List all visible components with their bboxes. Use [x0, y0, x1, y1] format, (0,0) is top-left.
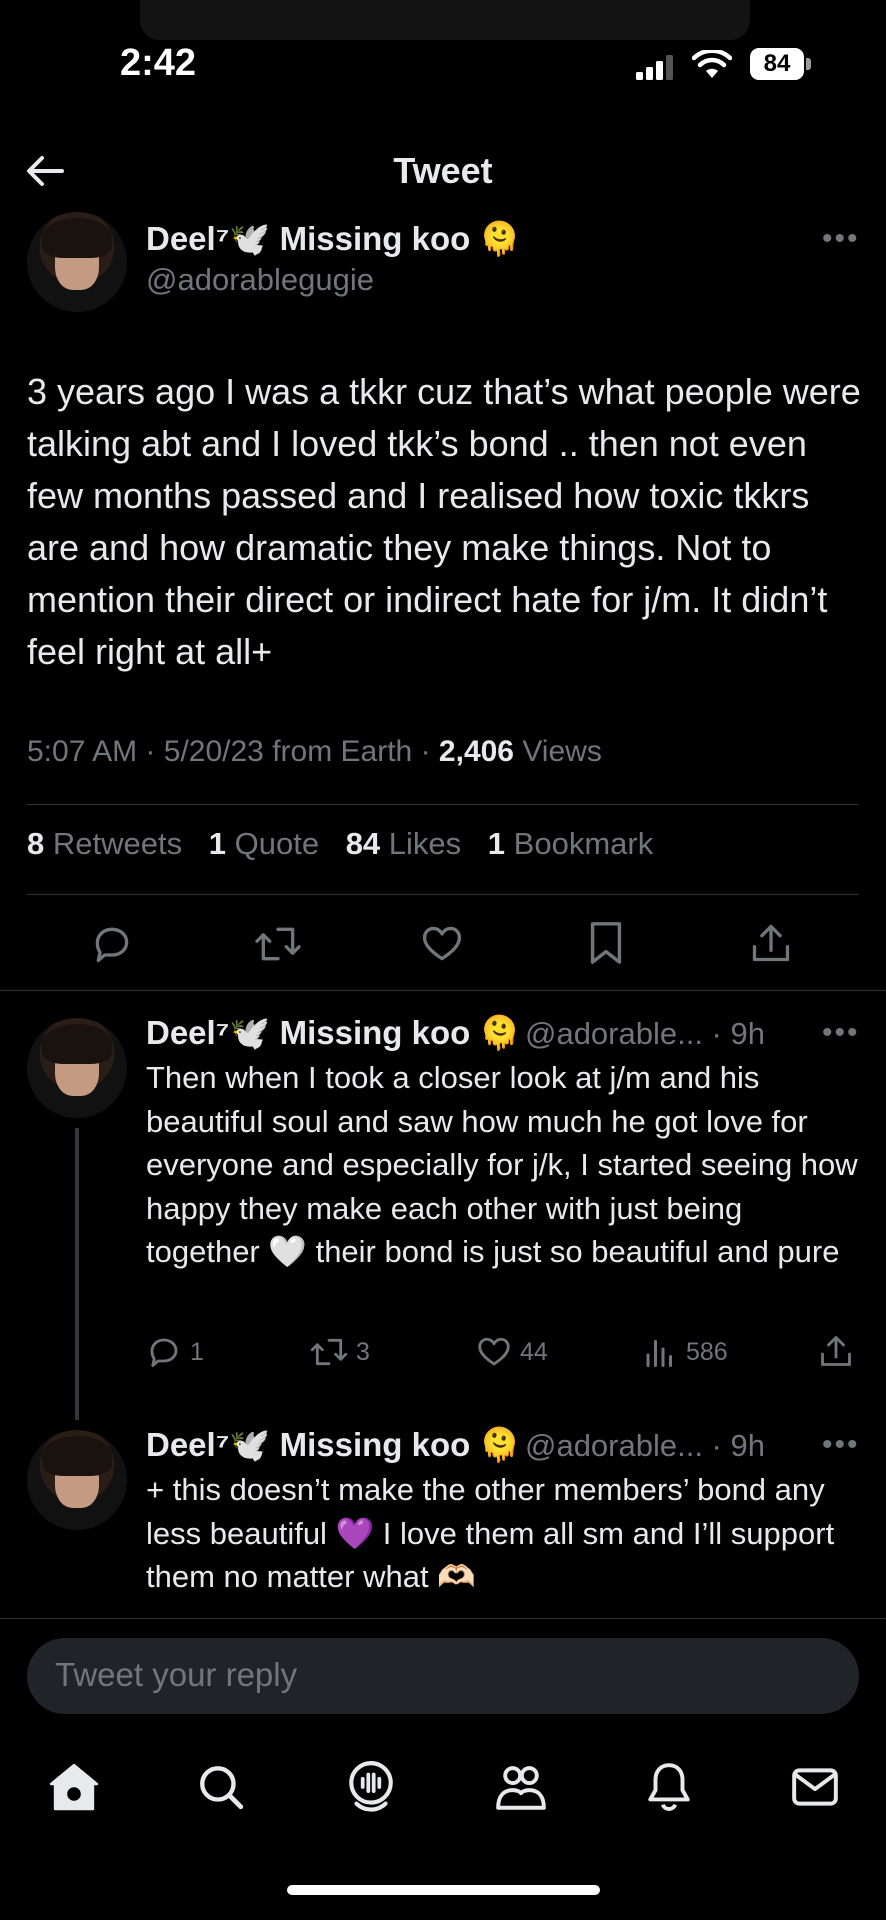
reply-placeholder[interactable]: Tweet your reply	[55, 1656, 297, 1694]
reply-icon	[150, 1338, 178, 1367]
retweet-icon	[255, 927, 301, 961]
battery-nub	[806, 58, 811, 70]
views-count: 586	[686, 1337, 728, 1366]
mail-icon	[792, 1768, 838, 1806]
retweets-stat[interactable]: 8 Retweets	[27, 826, 182, 861]
more-icon[interactable]: •••	[822, 1016, 860, 1050]
nav-search[interactable]	[196, 1762, 246, 1812]
nav-home[interactable]	[48, 1762, 100, 1812]
avatar[interactable]	[27, 1018, 127, 1118]
nav-messages[interactable]	[790, 1764, 840, 1810]
divider	[27, 894, 859, 895]
signal-icon	[636, 54, 676, 80]
more-icon[interactable]: •••	[822, 222, 860, 256]
like-button[interactable]	[420, 922, 464, 966]
heart-icon	[422, 926, 462, 961]
retweet-icon	[310, 1338, 348, 1366]
nav-notifications[interactable]	[644, 1760, 694, 1814]
like-action[interactable]: 44	[476, 1334, 548, 1370]
bookmarks-stat[interactable]: 1 Bookmark	[488, 826, 653, 861]
share-icon	[821, 1336, 851, 1366]
reply-action[interactable]: 1	[146, 1334, 204, 1370]
home-icon	[49, 1763, 99, 1811]
tweet-date: 5/20/23 from Earth	[163, 735, 413, 768]
engagement-stats: 8 Retweets 1 Quote 84 Likes 1 Bookmark	[27, 826, 671, 862]
share-icon	[752, 924, 790, 962]
bookmark-button[interactable]	[586, 920, 626, 966]
share-action[interactable]	[818, 1332, 854, 1370]
nav-communities[interactable]	[494, 1762, 548, 1812]
wifi-icon	[692, 50, 732, 80]
bell-icon	[648, 1763, 690, 1811]
reply-text: + this doesn’t make the other members’ b…	[146, 1472, 835, 1594]
reply-icon	[95, 927, 129, 963]
reply-text: Then when I took a closer look at j/m an…	[146, 1060, 858, 1269]
author-handle[interactable]: @adorablegugie	[146, 262, 374, 298]
views-icon	[646, 1340, 672, 1367]
communities-icon	[496, 1766, 546, 1810]
reply-button[interactable]	[90, 922, 134, 966]
author-name[interactable]: Deel⁷🕊️ Missing koo 🫠	[146, 1014, 521, 1051]
views-count: 2,406	[438, 735, 514, 768]
divider	[0, 1618, 886, 1619]
like-count: 44	[520, 1337, 548, 1366]
nav-spaces[interactable]	[346, 1760, 396, 1814]
page-title: Tweet	[393, 150, 493, 191]
home-indicator	[287, 1885, 600, 1895]
quotes-stat[interactable]: 1 Quote	[209, 826, 319, 861]
battery-indicator: 84	[750, 48, 804, 80]
retweet-action[interactable]: 3	[310, 1334, 370, 1370]
spaces-icon	[349, 1761, 393, 1812]
divider	[0, 990, 886, 991]
tweet-text: 3 years ago I was a tkkr cuz that’s what…	[27, 371, 861, 672]
share-button[interactable]	[749, 920, 793, 966]
reply-count: 1	[190, 1337, 204, 1366]
retweet-count: 3	[356, 1337, 370, 1366]
author-handle[interactable]: @adorable... · 9h	[525, 1428, 765, 1463]
status-bar-backdrop	[140, 0, 750, 40]
likes-stat[interactable]: 84 Likes	[346, 826, 461, 861]
heart-icon	[478, 1337, 510, 1366]
author-name[interactable]: Deel⁷🕊️ Missing koo 🫠	[146, 1426, 521, 1463]
views-label: Views	[522, 735, 602, 768]
divider	[27, 804, 859, 805]
author-name[interactable]: Deel⁷🕊️ Missing koo 🫠	[146, 220, 521, 259]
views-action[interactable]: 586	[642, 1334, 728, 1370]
avatar[interactable]	[27, 212, 127, 312]
reply-header: Deel⁷🕊️ Missing koo 🫠 @adorable... · 9h	[146, 1426, 765, 1465]
search-icon	[200, 1766, 244, 1810]
avatar[interactable]	[27, 1430, 127, 1530]
author-handle[interactable]: @adorable... · 9h	[525, 1016, 765, 1051]
status-time: 2:42	[120, 42, 197, 84]
tweet-meta: 5:07 AM · 5/20/23 from Earth · 2,406 Vie…	[27, 735, 602, 768]
retweet-button[interactable]	[254, 922, 302, 966]
thread-line	[75, 1128, 79, 1420]
reply-header: Deel⁷🕊️ Missing koo 🫠 @adorable... · 9h	[146, 1014, 765, 1053]
more-icon[interactable]: •••	[822, 1428, 860, 1462]
bookmark-icon	[590, 922, 622, 964]
tweet-time: 5:07 AM	[27, 735, 138, 768]
